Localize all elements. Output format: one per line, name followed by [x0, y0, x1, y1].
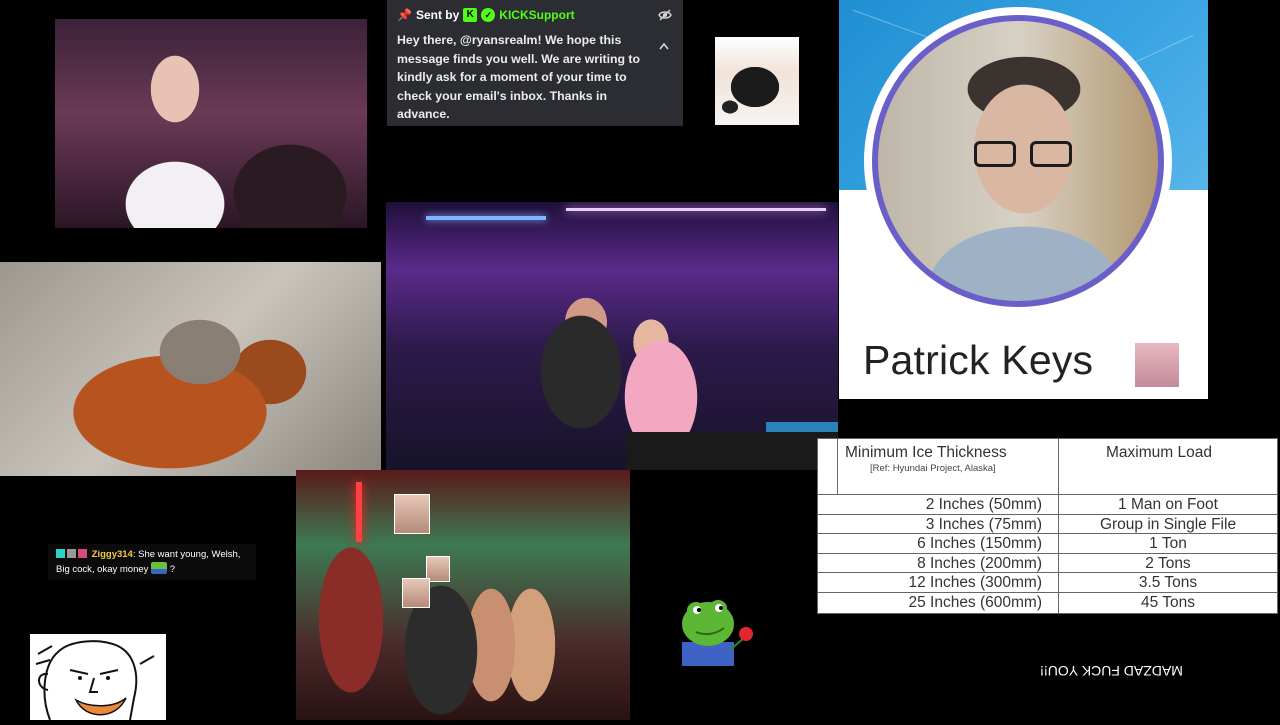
thickness-cell: 6 Inches (150mm)	[917, 535, 1042, 552]
thickness-cell: 8 Inches (200mm)	[917, 555, 1042, 572]
glasses-detail	[974, 141, 1074, 167]
table-row: 2 Inches (50mm) 1 Man on Foot	[817, 494, 1278, 515]
load-cell: 1 Ton	[1149, 535, 1187, 552]
table-row: 25 Inches (600mm) 45 Tons	[817, 592, 1278, 613]
neon-bar-selfie-photo	[386, 202, 838, 470]
table-row: 6 Inches (150mm) 1 Ton	[817, 533, 1278, 554]
sender-name[interactable]: KICKSupport	[499, 8, 574, 22]
chat-username[interactable]: Ziggy314	[92, 549, 133, 560]
gift-badge-icon	[78, 549, 87, 558]
thickness-cell: 2 Inches (50mm)	[925, 496, 1042, 513]
subscriber-badge-icon	[56, 549, 65, 558]
chat-trailing: ?	[169, 564, 175, 575]
thickness-cell: 3 Inches (75mm)	[925, 516, 1042, 533]
thickness-cell: 12 Inches (300mm)	[908, 574, 1042, 591]
face-sticker	[402, 578, 430, 608]
load-cell: 1 Man on Foot	[1118, 496, 1218, 513]
load-cell: 45 Tons	[1140, 594, 1195, 611]
frog-with-rose-icon	[682, 598, 760, 666]
frog-emote-icon	[151, 562, 168, 574]
mod-badge-icon	[67, 549, 76, 558]
table-row: 12 Inches (300mm) 3.5 Tons	[817, 572, 1278, 593]
header-max-load: Maximum Load	[1106, 444, 1212, 461]
meme-face-drawing	[30, 634, 166, 721]
table-row: 3 Inches (75mm) Group in Single File	[817, 514, 1278, 535]
load-cell: 2 Tons	[1145, 555, 1191, 572]
header-reference: [Ref: Hyundai Project, Alaska]	[870, 463, 996, 474]
small-avatar-thumbnail	[1135, 343, 1179, 387]
profile-card: Patrick Keys	[839, 0, 1208, 399]
eye-off-icon[interactable]	[657, 8, 673, 24]
profile-avatar	[872, 15, 1164, 307]
profile-avatar-frame	[864, 7, 1172, 315]
chat-message: Ziggy314: She want young, Welsh, Big coc…	[48, 544, 256, 580]
ice-thickness-table: Minimum Ice Thickness [Ref: Hyundai Proj…	[817, 438, 1278, 614]
bar-photo-top-left	[55, 19, 367, 228]
pinned-message-card: 📌 Sent by K ✓ KICKSupport Hey there, @ry…	[387, 0, 683, 126]
monkey-with-plush-photo	[0, 262, 381, 476]
kick-logo-icon: K	[463, 8, 478, 22]
load-cell: Group in Single File	[1099, 516, 1237, 533]
pin-icon: 📌	[397, 8, 412, 22]
pinned-message-body: Hey there, @ryansrealm! We hope this mes…	[397, 33, 641, 121]
pinned-message-header: 📌 Sent by K ✓ KICKSupport	[397, 8, 575, 22]
mirrored-overlay-text: MADZAD FUCK YOU!!	[1040, 663, 1183, 679]
chevron-up-icon[interactable]	[653, 35, 675, 57]
chat-separator: :	[132, 549, 136, 560]
thickness-cell: 25 Inches (600mm)	[908, 594, 1042, 611]
profile-name: Patrick Keys	[863, 337, 1094, 383]
face-sticker	[394, 494, 430, 534]
knee-pad-photo	[715, 37, 799, 125]
sent-by-label: Sent by	[415, 8, 460, 22]
table-row: 8 Inches (200mm) 2 Tons	[817, 553, 1278, 574]
group-club-photo	[296, 470, 630, 720]
header-min-thickness: Minimum Ice Thickness	[845, 444, 1007, 461]
load-cell: 3.5 Tons	[1138, 574, 1198, 591]
verified-badge-icon: ✓	[481, 8, 496, 22]
